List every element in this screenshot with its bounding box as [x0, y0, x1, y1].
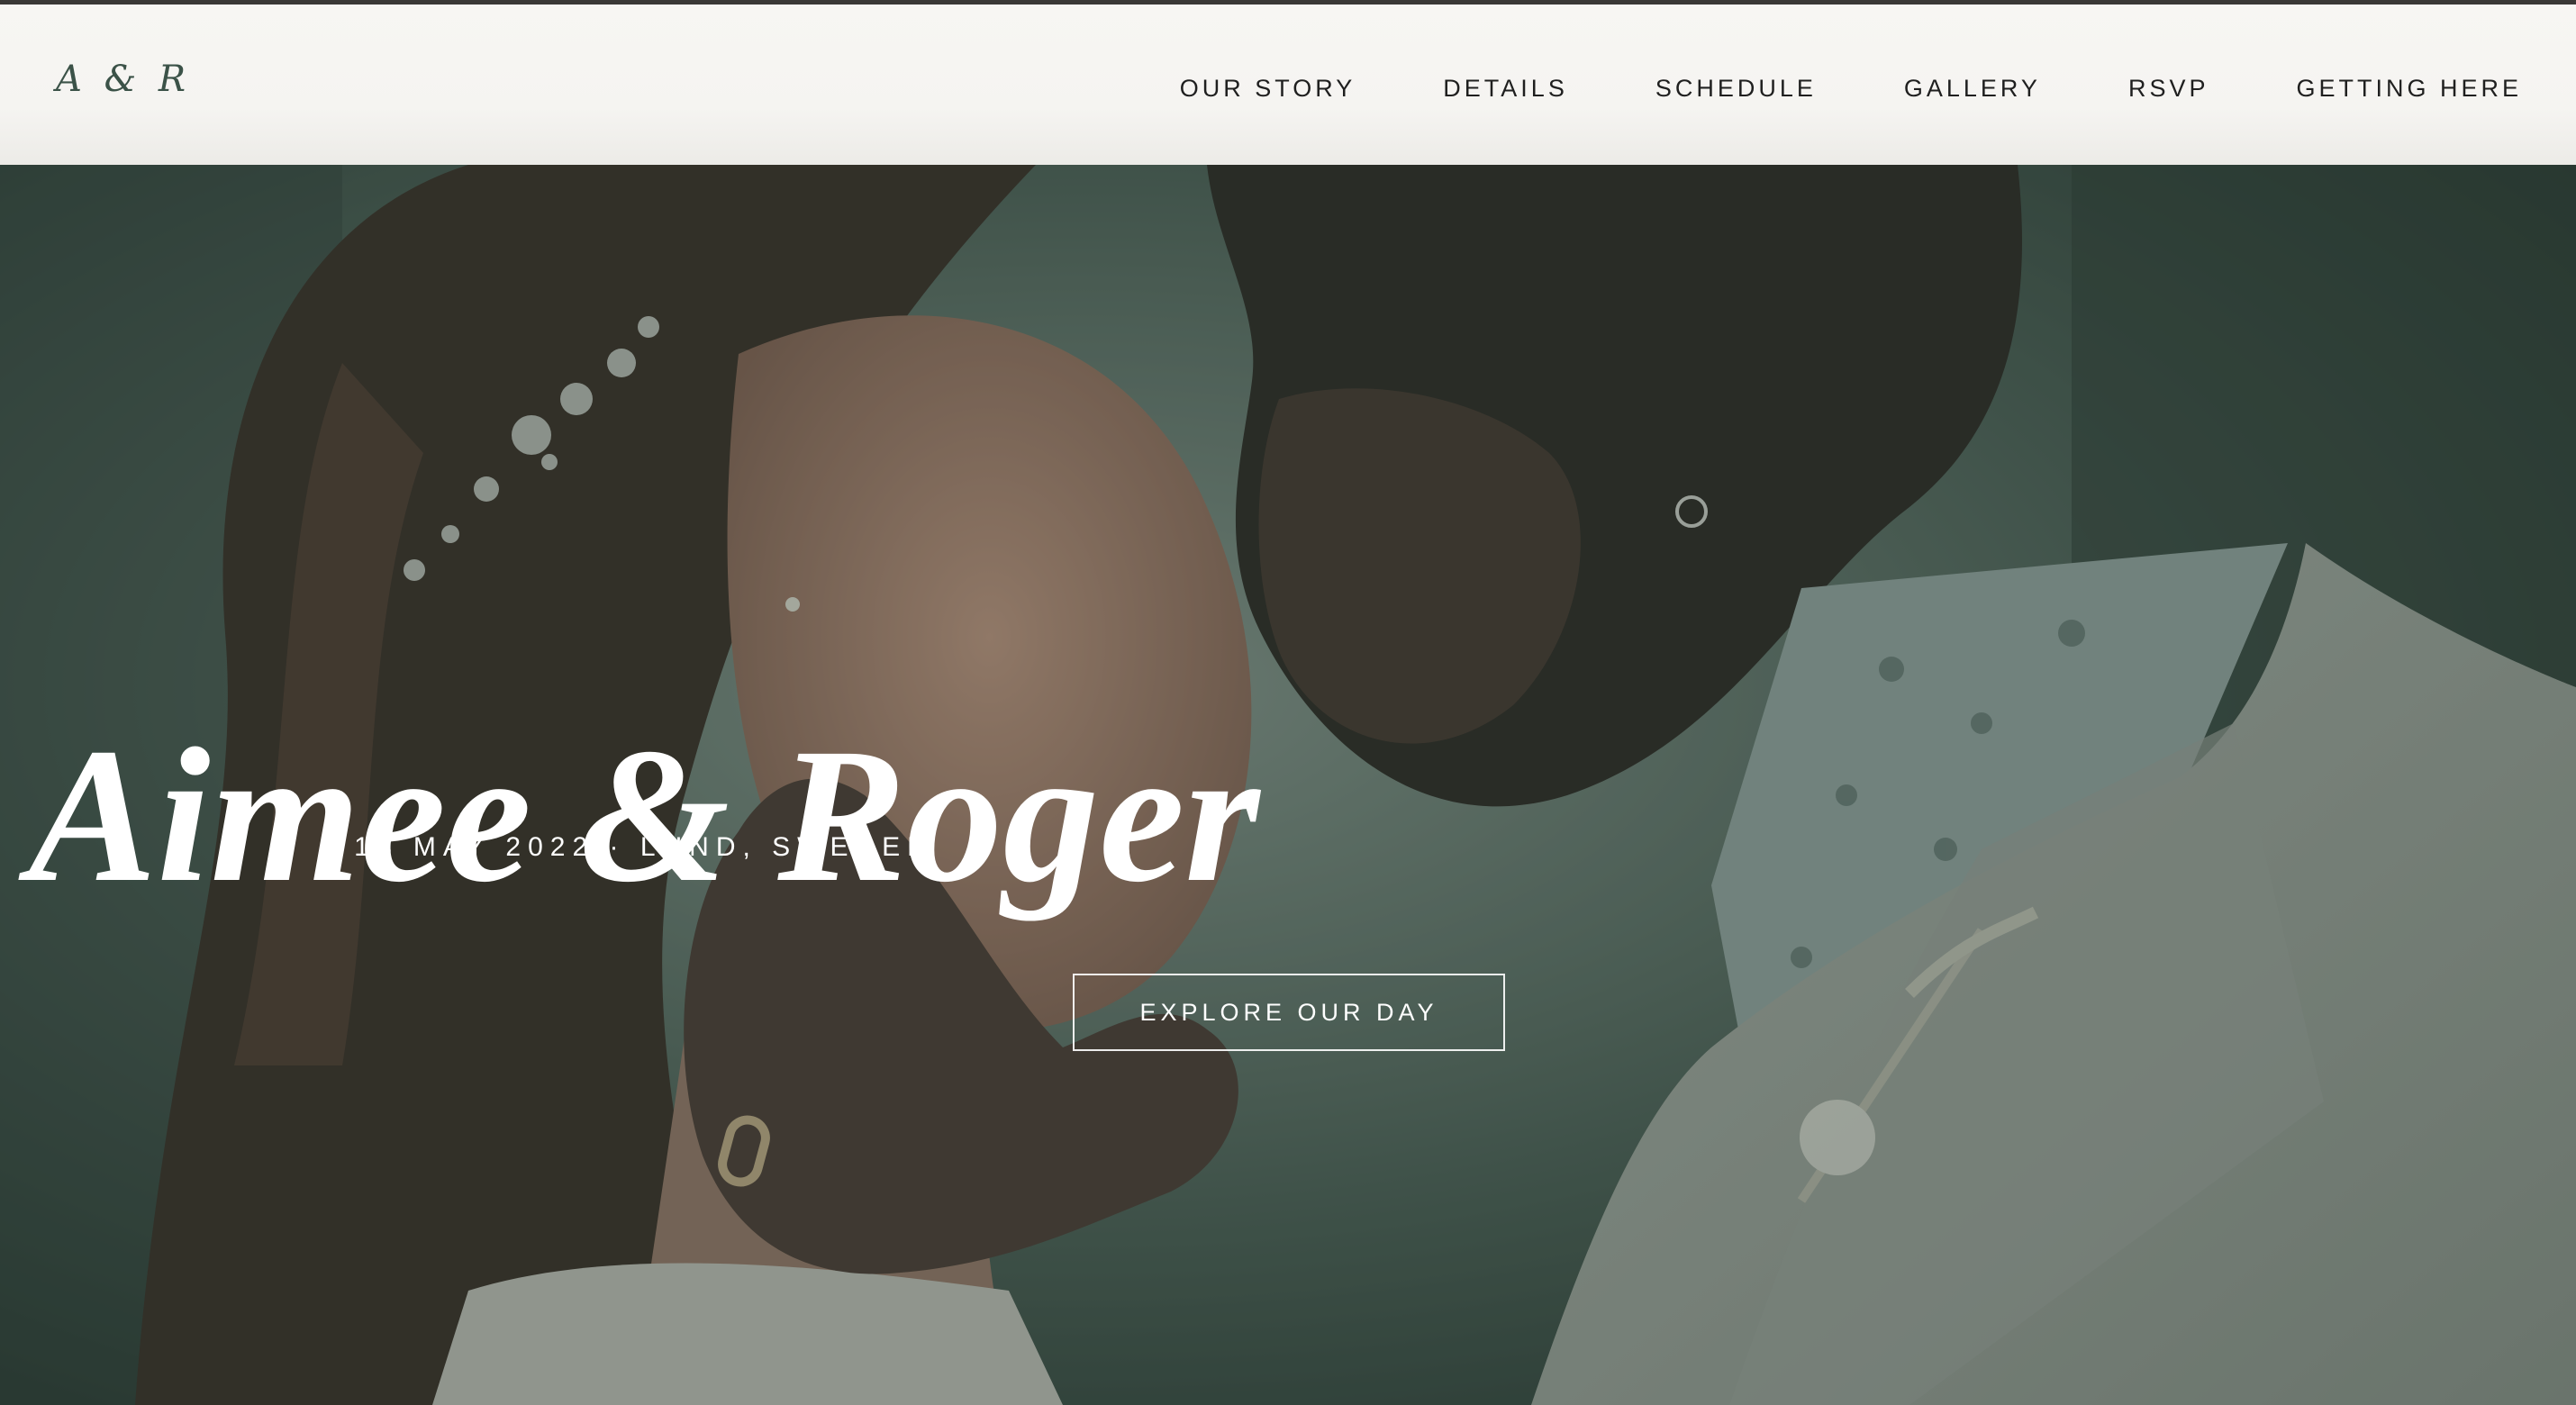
hero-title: Aimee & Roger: [28, 709, 1260, 923]
nav-link-details[interactable]: DETAILS: [1443, 75, 1568, 103]
hero-section: Aimee & Roger 14 MAY 2022 · LUND, SWEDEN…: [0, 165, 2576, 1405]
explore-button[interactable]: EXPLORE OUR DAY: [1073, 974, 1505, 1051]
hero-subtitle: 14 MAY 2022 · LUND, SWEDEN: [354, 832, 934, 862]
main-nav: OUR STORY DETAILS SCHEDULE GALLERY RSVP …: [1180, 75, 2522, 103]
nav-link-getting-here[interactable]: GETTING HERE: [2296, 75, 2522, 103]
nav-link-schedule[interactable]: SCHEDULE: [1655, 75, 1817, 103]
site-header: A & R OUR STORY DETAILS SCHEDULE GALLERY…: [0, 5, 2576, 165]
site-logo[interactable]: A & R: [56, 59, 191, 100]
nav-link-gallery[interactable]: GALLERY: [1904, 75, 2041, 103]
nav-link-our-story[interactable]: OUR STORY: [1180, 75, 1356, 103]
nav-link-rsvp[interactable]: RSVP: [2128, 75, 2209, 103]
